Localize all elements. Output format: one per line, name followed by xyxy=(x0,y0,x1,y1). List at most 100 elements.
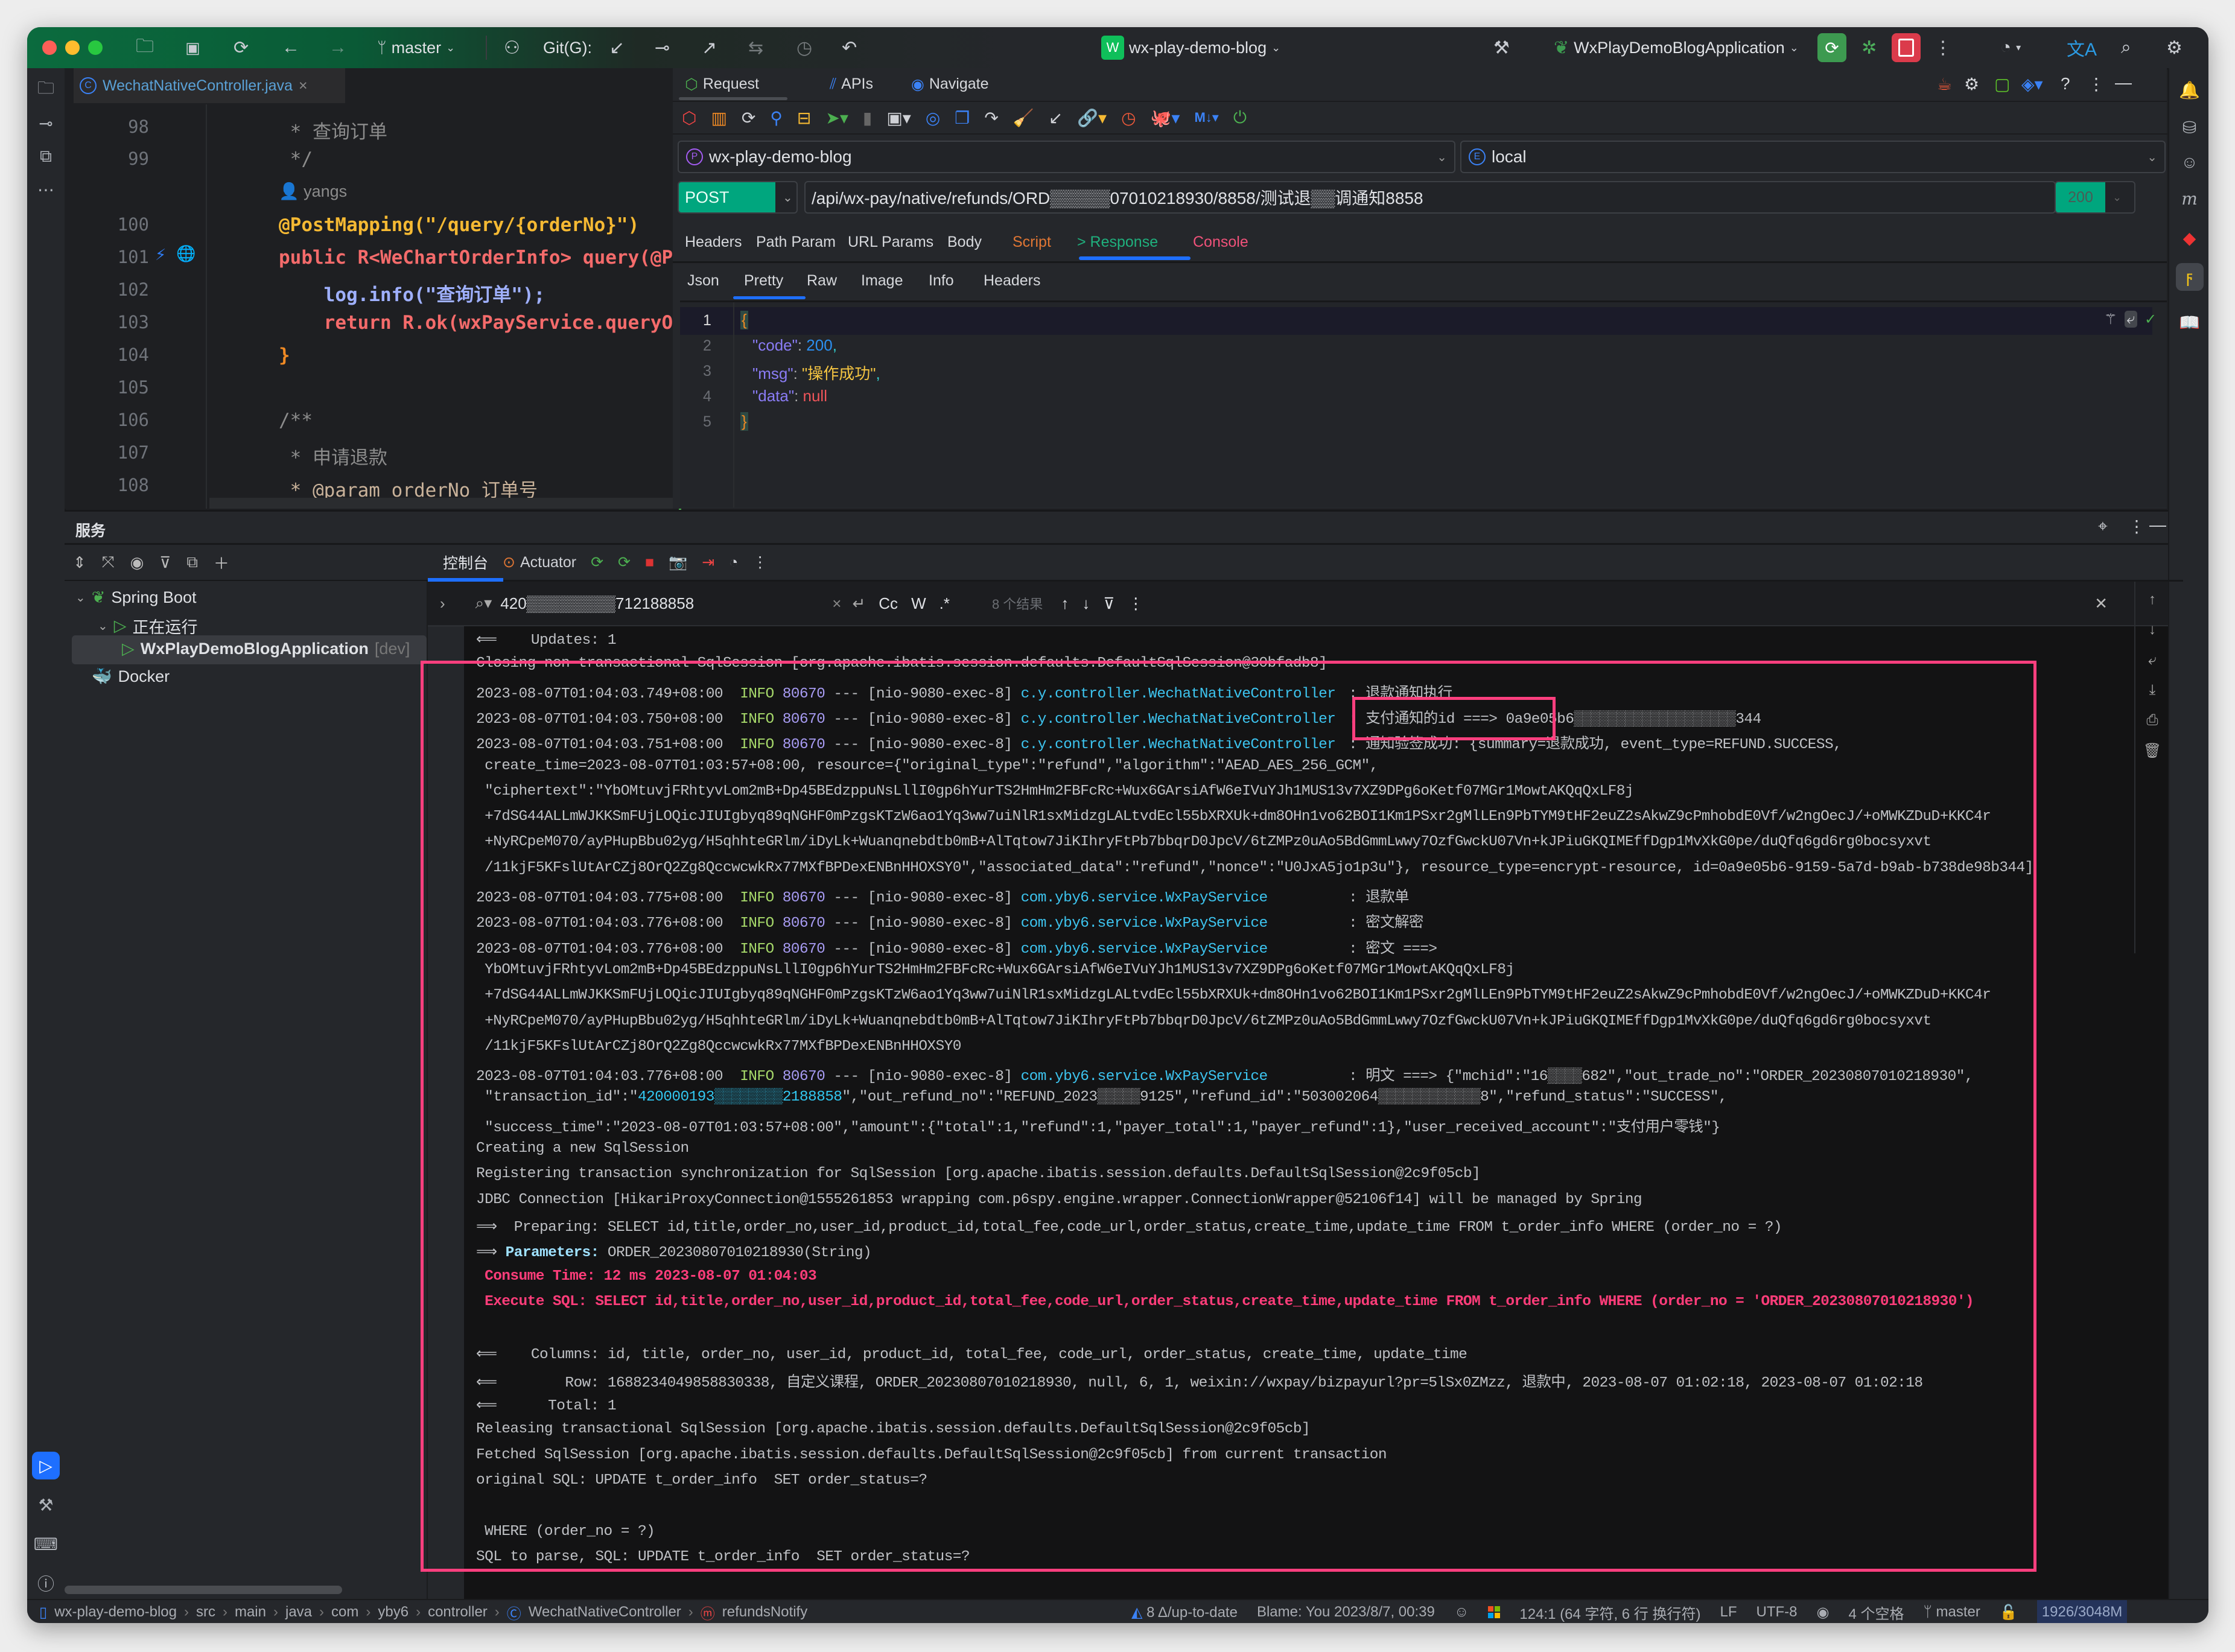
tab-image[interactable]: Image xyxy=(861,272,903,290)
soft-wrap-icon[interactable]: ⤶ xyxy=(2124,311,2137,328)
copy-icon[interactable]: ❐ xyxy=(955,108,970,128)
git-branch-status[interactable]: ᛘ master xyxy=(1923,1604,1980,1621)
save-request-icon[interactable]: ▣▾ xyxy=(886,108,911,128)
magic-wand-icon[interactable]: ⚚ xyxy=(2104,311,2117,328)
add-user-icon[interactable]: ⚇ xyxy=(504,27,520,68)
settings-gear-icon[interactable]: ⚙ xyxy=(2166,27,2183,68)
history-icon[interactable]: ◷ xyxy=(1121,108,1136,128)
env-icon[interactable]: ⊟ xyxy=(797,108,811,128)
more-vertical-icon[interactable]: ⋮ xyxy=(2128,516,2145,536)
settings-gear-icon[interactable]: ⚙ xyxy=(1964,74,1979,94)
eye-icon[interactable]: ◉ xyxy=(1816,1604,1829,1621)
filter-icon[interactable]: ⊽ xyxy=(159,553,171,572)
editor-tab[interactable]: C WechatNativeController.java × xyxy=(74,68,345,103)
url-input[interactable]: /api/wx-pay/native/refunds/ORD▒▒▒▒▒07010… xyxy=(804,181,2056,214)
layers-icon[interactable]: ◈▾ xyxy=(2021,74,2043,94)
module-select[interactable]: P wx-play-demo-blog ⌄ xyxy=(678,141,1455,173)
breadcrumb-item[interactable]: main xyxy=(235,1604,266,1621)
tab-console[interactable]: Console xyxy=(1193,234,1248,251)
maven-icon[interactable]: m xyxy=(2169,183,2208,214)
tab-response[interactable]: > Response xyxy=(1077,234,1158,251)
tree-node-running[interactable]: ⌄ ▷ 正在运行 xyxy=(98,614,198,638)
more-vertical-icon[interactable]: ⋮ xyxy=(2088,74,2105,94)
breadcrumb-item[interactable]: com xyxy=(331,1604,358,1621)
power-icon[interactable]: ⏻ xyxy=(1233,108,1247,128)
crosshair-icon[interactable]: ⌖ xyxy=(2098,516,2108,536)
back-arrow-icon[interactable]: ← xyxy=(282,27,300,68)
tree-node-docker[interactable]: 🐳 Docker xyxy=(92,667,170,686)
save-icon[interactable]: ▣ xyxy=(185,27,200,68)
scroll-up-icon[interactable]: ↑ xyxy=(2149,591,2156,608)
more-horizontal-icon[interactable]: ⋯ xyxy=(27,174,65,205)
target-icon[interactable]: ◎ xyxy=(926,108,940,128)
tab-body[interactable]: Body xyxy=(947,234,982,251)
tree-node-spring-boot[interactable]: ⌄ ❦ Spring Boot xyxy=(75,588,196,607)
tab-url-params[interactable]: URL Params xyxy=(848,234,933,251)
screenshot-icon[interactable]: 📷 xyxy=(669,554,687,571)
rollback-icon[interactable]: ↶ xyxy=(842,27,857,68)
minimize-panel-icon[interactable]: — xyxy=(2115,73,2132,92)
more-vertical-icon[interactable]: ⋮ xyxy=(1128,594,1143,613)
tab-request[interactable]: ⬡ Request xyxy=(685,75,759,94)
indent-setting[interactable]: 4 个空格 xyxy=(1848,1602,1904,1623)
project-folder-icon[interactable]: 🗀 xyxy=(27,74,65,106)
search-input[interactable]: 420▒▒▒▒▒▒▒▒712188858 xyxy=(500,594,832,613)
tab-navigate[interactable]: ◉ Navigate xyxy=(911,75,989,94)
tab-info[interactable]: Info xyxy=(929,272,954,290)
code-editor[interactable]: ✓ 98 * 查询订单 99 */ 👤 yangs 100 @PostMappi… xyxy=(65,104,704,518)
forward-arrow-icon[interactable]: → xyxy=(329,27,347,68)
rerun-icon[interactable]: ⟳ xyxy=(591,553,603,571)
translate-icon[interactable]: 文A xyxy=(2067,27,2097,68)
breadcrumb-item[interactable]: src xyxy=(196,1604,215,1621)
history-icon[interactable]: ◷ xyxy=(796,27,812,68)
tab-response-headers[interactable]: Headers xyxy=(984,272,1041,290)
commit-icon[interactable]: ⊸ xyxy=(27,107,65,139)
stop-icon[interactable]: ■ xyxy=(645,554,654,571)
import-icon[interactable]: ↙ xyxy=(1049,108,1063,128)
status-code-select[interactable]: 200 ⌄ xyxy=(2055,181,2135,214)
add-service-icon[interactable]: ＋ xyxy=(214,551,229,574)
whole-words-toggle[interactable]: W xyxy=(911,594,926,613)
build-hammer-icon[interactable]: ⚒ xyxy=(27,1489,65,1520)
github-icon[interactable]: 🐙▾ xyxy=(1151,108,1180,128)
copilot-icon[interactable]: ☺ xyxy=(2169,147,2208,178)
scroll-down-icon[interactable]: ↓ xyxy=(2149,621,2156,638)
endpoint-icon[interactable]: ⚡ xyxy=(155,246,166,264)
branch-selector[interactable]: ᛘ master ⌄ xyxy=(377,27,455,68)
environment-select[interactable]: E local ⌄ xyxy=(1460,141,2166,173)
breadcrumb-item[interactable]: refundsNotify xyxy=(722,1604,807,1621)
more-vertical-icon[interactable]: ⋮ xyxy=(1934,27,1952,68)
breadcrumb-item[interactable]: java xyxy=(285,1604,312,1621)
git-push-icon[interactable]: ↗ xyxy=(702,27,717,68)
search-icon[interactable]: ⌕ xyxy=(2121,27,2131,68)
new-tab-icon[interactable]: ⧉ xyxy=(186,553,198,572)
params-icon[interactable]: ▥ xyxy=(711,108,726,128)
coffee-icon[interactable]: ☕ xyxy=(1937,74,1952,94)
debug-bug-icon[interactable]: ✲ xyxy=(1861,27,1877,68)
link-icon[interactable]: 🔗▾ xyxy=(1077,108,1107,128)
fast-request-icon[interactable]: ϝ xyxy=(2169,261,2208,293)
method-select[interactable]: POST ⌄ xyxy=(678,181,798,214)
refresh-icon[interactable]: ⟳ xyxy=(742,108,755,128)
stop-button[interactable] xyxy=(1892,33,1921,62)
previous-match-icon[interactable]: ↑ xyxy=(1061,594,1069,613)
tab-path-param[interactable]: Path Param xyxy=(756,234,836,251)
git-update-icon[interactable]: ↙ xyxy=(609,27,625,68)
next-match-icon[interactable]: ↓ xyxy=(1082,594,1090,613)
ninja-icon[interactable]: ◆ xyxy=(2169,222,2208,253)
send-icon[interactable]: ➤▾ xyxy=(825,108,848,128)
close-window-button[interactable] xyxy=(42,40,57,55)
close-tab-icon[interactable]: × xyxy=(299,77,308,95)
clear-all-icon[interactable]: 🗑 xyxy=(2143,742,2161,760)
new-line-icon[interactable]: ↵ xyxy=(852,594,865,613)
tab-apis[interactable]: ⫽ APIs xyxy=(830,75,873,93)
redo-icon[interactable]: ↷ xyxy=(984,108,998,128)
tab-pretty[interactable]: Pretty xyxy=(744,272,783,290)
lock-icon[interactable]: 🔓 xyxy=(2000,1604,2018,1621)
close-search-icon[interactable]: ✕ xyxy=(2094,594,2108,613)
dashboard-icon[interactable]: ◔ xyxy=(729,554,738,571)
tab-raw[interactable]: Raw xyxy=(807,272,837,290)
file-encoding[interactable]: UTF-8 xyxy=(1756,1604,1797,1621)
response-body[interactable]: 1 2 3 4 5 { "code": 200, "msg": "操作成功", … xyxy=(680,300,2167,507)
folder-icon[interactable]: 🗀 xyxy=(136,27,154,68)
